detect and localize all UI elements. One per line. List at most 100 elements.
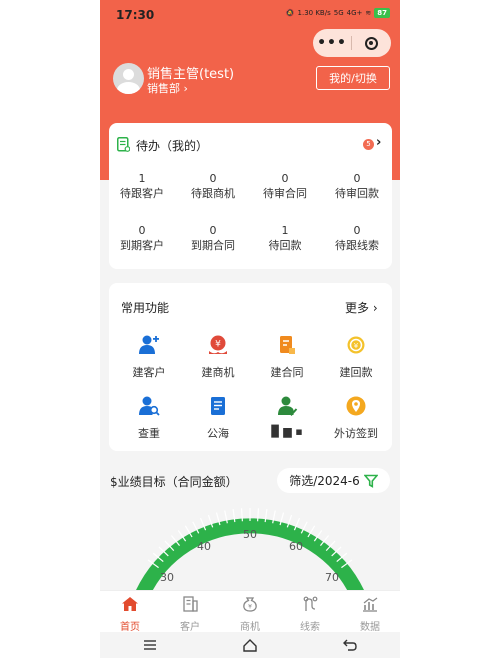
more-options-button[interactable]: •••: [313, 35, 351, 51]
status-icons: 🔕 1.30 KB/s 5G 4G+ ≋ 87: [286, 8, 390, 18]
svg-text:¥: ¥: [354, 342, 359, 350]
performance-title: $业绩目标（合同金额）: [110, 475, 238, 489]
func-create-opportunity[interactable]: ¥ 建商机: [183, 334, 253, 380]
func-label: 建客户: [132, 366, 166, 379]
todo-header[interactable]: 待办（我的） 5 ›: [109, 123, 392, 163]
tab-label: 首页: [120, 622, 140, 633]
stat-review-payment[interactable]: 0 待审回款: [322, 171, 392, 201]
my-switch-button[interactable]: 我的/切换: [316, 66, 390, 90]
stat-label: 待跟线索: [335, 239, 379, 252]
stat-pending-payment[interactable]: 1 待回款: [250, 223, 320, 253]
tab-lead[interactable]: 线索: [280, 591, 340, 633]
stat-label: 到期合同: [191, 239, 235, 252]
customer-icon: [183, 596, 198, 612]
home-icon: [122, 597, 138, 611]
tab-data[interactable]: 数据: [340, 591, 400, 633]
data-icon: [363, 597, 378, 612]
svg-text:¥: ¥: [215, 340, 221, 350]
user-department[interactable]: 销售部 ›: [147, 80, 188, 96]
location-icon: [346, 396, 366, 416]
battery-icon: 87: [374, 8, 390, 18]
back-icon[interactable]: [342, 639, 358, 651]
stat-label: 待审回款: [335, 187, 379, 200]
performance-gauge: 30 40 50 60 70: [135, 508, 365, 598]
stat-follow-opportunity[interactable]: 0 待跟商机: [178, 171, 248, 201]
network-speed: 1.30 KB/s: [297, 9, 331, 17]
contract-icon: [280, 336, 295, 354]
gauge-label-60: 60: [289, 540, 303, 553]
tab-label: 线索: [300, 622, 320, 633]
tab-customer[interactable]: 客户: [160, 591, 220, 633]
func-label: 建回款: [339, 366, 373, 379]
stat-value: 0: [353, 224, 361, 237]
tab-label: 商机: [240, 622, 260, 633]
stat-review-contract[interactable]: 0 待审合同: [250, 171, 320, 201]
tab-label: 数据: [360, 622, 380, 633]
func-visit-checkin[interactable]: 外访签到: [321, 395, 391, 441]
todo-title: 待办（我的）: [136, 139, 209, 153]
svg-text:¥: ¥: [248, 604, 252, 611]
status-bar: 17:30 🔕 1.30 KB/s 5G 4G+ ≋ 87: [100, 0, 400, 28]
notification-icon: 🔕: [285, 9, 295, 17]
opportunity-tab-icon: ¥: [243, 597, 257, 612]
opportunity-icon: ¥: [209, 335, 227, 354]
stat-follow-lead[interactable]: 0 待跟线索: [322, 223, 392, 253]
stat-value: 0: [209, 224, 217, 237]
func-label: ▉ ▆ ▪: [271, 425, 303, 438]
stat-label: 到期客户: [120, 239, 164, 252]
chevron-right-icon: ›: [376, 135, 382, 150]
func-label: 建商机: [201, 366, 235, 379]
tab-home[interactable]: 首页: [100, 591, 160, 633]
functions-title: 常用功能: [121, 301, 170, 315]
func-public-pool[interactable]: 公海: [183, 395, 253, 441]
miniprogram-capsule: •••: [313, 29, 391, 57]
func-label: 公海: [207, 427, 229, 440]
wifi-icon: ≋: [365, 9, 372, 17]
stat-label: 待跟客户: [120, 187, 164, 200]
stat-value: 1: [281, 224, 289, 237]
stat-label: 待跟商机: [191, 187, 235, 200]
gauge-label-30: 30: [160, 571, 174, 584]
gauge-label-70: 70: [325, 571, 339, 584]
close-miniprogram-button[interactable]: [352, 36, 390, 50]
menu-icon[interactable]: [142, 639, 158, 651]
gauge-label-40: 40: [197, 540, 211, 553]
home-nav-icon[interactable]: [242, 638, 258, 652]
duplicate-check-icon: [139, 396, 160, 416]
func-create-contract[interactable]: 建合同: [252, 334, 322, 380]
status-time: 17:30: [116, 8, 155, 22]
clipboard-icon: [117, 137, 130, 152]
stat-label: 待回款: [268, 239, 302, 252]
tab-opportunity[interactable]: ¥ 商机: [220, 591, 280, 633]
stat-expiring-customer[interactable]: 0 到期客户: [107, 223, 177, 253]
date-filter-button[interactable]: 筛选/2024-6: [277, 468, 390, 493]
filter-label: 筛选/2024-6: [289, 474, 360, 488]
stat-value: 0: [353, 172, 361, 185]
user-check-icon: [278, 396, 298, 416]
func-user-check[interactable]: ▉ ▆ ▪: [252, 395, 322, 438]
phone-screen: 17:30 🔕 1.30 KB/s 5G 4G+ ≋ 87 ••• 销售主管(t…: [100, 0, 400, 658]
func-label: 查重: [138, 427, 160, 440]
public-pool-icon: [211, 397, 225, 415]
gauge-label-50: 50: [243, 528, 257, 541]
stat-value: 0: [138, 224, 146, 237]
stat-value: 0: [281, 172, 289, 185]
common-functions-card: 常用功能 更多 › 建客户 ¥ 建商机 建合同 ¥ 建回款 查重 公海 ▉ ▆ …: [109, 283, 392, 451]
functions-more-link[interactable]: 更多 ›: [345, 299, 378, 316]
func-create-payment[interactable]: ¥ 建回款: [321, 334, 391, 380]
stat-follow-customer[interactable]: 1 待跟客户: [107, 171, 177, 201]
stat-value: 1: [138, 172, 146, 185]
stat-expiring-contract[interactable]: 0 到期合同: [178, 223, 248, 253]
stat-value: 0: [209, 172, 217, 185]
todo-count-badge: 5: [363, 139, 374, 150]
func-duplicate-check[interactable]: 查重: [114, 395, 184, 441]
avatar-head: [123, 69, 134, 80]
payment-icon: ¥: [347, 336, 365, 354]
target-icon: [364, 36, 378, 50]
avatar-body: [117, 82, 140, 94]
func-create-customer[interactable]: 建客户: [114, 334, 184, 380]
avatar[interactable]: [113, 63, 144, 94]
system-nav-bar: [100, 632, 400, 658]
network-type: 5G: [333, 9, 344, 17]
func-label: 建合同: [270, 366, 304, 379]
